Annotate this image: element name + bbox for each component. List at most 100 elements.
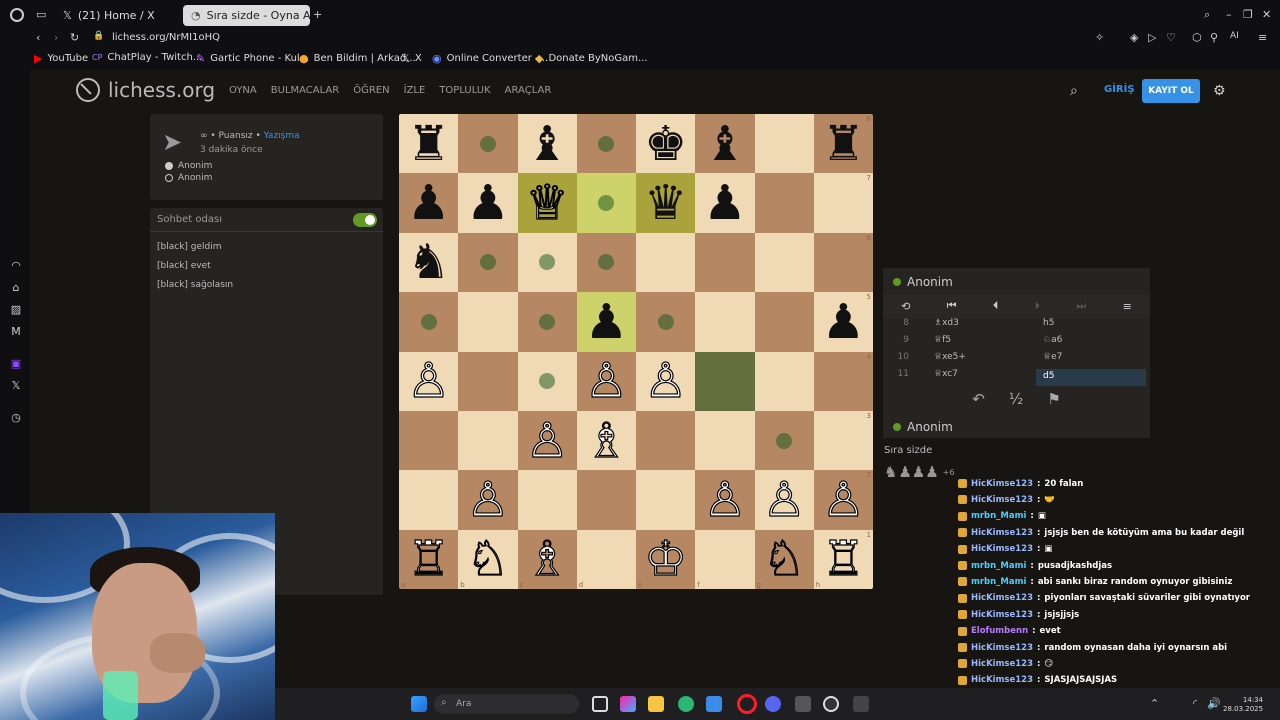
windows-start-icon[interactable]	[411, 696, 427, 712]
app-icon[interactable]	[795, 696, 811, 712]
extensions-icon[interactable]: ⬡	[1192, 31, 1202, 44]
square-a7[interactable]: ♟	[399, 173, 459, 233]
move-hint-dot[interactable]	[479, 135, 496, 152]
square-b1[interactable]: ♘ b	[458, 529, 518, 589]
square-a3[interactable]	[399, 410, 459, 471]
square-d5[interactable]: ♟	[576, 292, 636, 352]
square-b5[interactable]	[458, 292, 518, 352]
menu-icon[interactable]: ≡	[1258, 31, 1267, 44]
piece-c3[interactable]: ♙	[525, 416, 569, 465]
piece-b7[interactable]: ♟	[466, 179, 509, 227]
opera-taskbar-icon[interactable]	[737, 694, 757, 714]
black-move[interactable]: ♘a6	[1043, 335, 1062, 345]
square-g3[interactable]	[754, 410, 814, 471]
square-e7[interactable]: ♛	[636, 173, 696, 233]
square-f5[interactable]	[695, 292, 755, 352]
piece-a6[interactable]: ♞	[407, 238, 450, 286]
ai-icon[interactable]: AI	[1230, 31, 1239, 41]
obs-icon[interactable]	[823, 696, 839, 712]
white-move[interactable]: ♕xe5+	[934, 352, 966, 362]
piece-a8[interactable]: ♜	[407, 120, 450, 168]
square-g4[interactable]	[754, 351, 814, 411]
takeback-icon[interactable]: ↶	[972, 390, 985, 412]
square-h8[interactable]: ♜ 8	[813, 114, 873, 174]
nav-izle[interactable]: İZLE	[404, 85, 426, 96]
square-a6[interactable]: ♞	[399, 232, 459, 293]
square-f2[interactable]: ♙	[695, 470, 755, 530]
back-icon[interactable]: ‹	[36, 31, 40, 44]
square-d7[interactable]	[576, 173, 636, 233]
white-move[interactable]: ♕f5	[934, 335, 951, 345]
black-move[interactable]: ♕e7	[1043, 352, 1062, 362]
nav-topluluk[interactable]: TOPLULUK	[439, 85, 490, 96]
square-f6[interactable]	[695, 232, 755, 293]
square-g8[interactable]	[754, 114, 814, 174]
square-e2[interactable]	[636, 470, 696, 530]
square-e1[interactable]: ♔ e	[636, 529, 696, 589]
square-b7[interactable]: ♟	[458, 173, 518, 233]
minimize-icon[interactable]: –	[1226, 8, 1232, 21]
square-b8[interactable]	[458, 114, 518, 174]
square-g7[interactable]	[754, 173, 814, 233]
square-a5[interactable]	[399, 292, 459, 352]
discord-icon[interactable]	[765, 696, 781, 712]
next-move-icon[interactable]: ⏵	[1035, 299, 1041, 313]
last-move-icon[interactable]: ⏭	[1076, 299, 1086, 313]
x-sidebar-icon[interactable]: 𝕏	[9, 378, 23, 392]
square-c1[interactable]: ♗ c	[517, 529, 577, 589]
black-move[interactable]: h5	[1043, 318, 1054, 328]
square-h5[interactable]: ♟ 5	[813, 292, 873, 352]
move-hint-dot[interactable]	[479, 254, 496, 271]
move-hint-dot[interactable]	[598, 254, 615, 271]
resign-flag-icon[interactable]: ⚑	[1047, 390, 1060, 412]
piece-h5[interactable]: ♟	[822, 298, 865, 346]
app2-icon[interactable]	[853, 696, 869, 712]
square-h2[interactable]: ♙ 2	[813, 470, 873, 530]
close-icon[interactable]: ✕	[1262, 8, 1271, 21]
piece-e4[interactable]: ♙	[644, 357, 688, 406]
maximize-icon[interactable]: ❐	[1243, 8, 1253, 21]
piece-h2[interactable]: ♙	[821, 475, 865, 524]
bookmark-youtube[interactable]: ▶ YouTube	[34, 52, 88, 65]
game-mode-link[interactable]: Yazışma	[264, 131, 300, 141]
square-e6[interactable]	[636, 232, 696, 293]
black-move[interactable]: d5	[1036, 369, 1146, 386]
square-c7[interactable]: ♕	[517, 173, 577, 233]
chat-toggle[interactable]	[353, 213, 377, 227]
move-hint-dot[interactable]	[776, 432, 793, 449]
square-f3[interactable]	[695, 410, 755, 471]
square-g5[interactable]	[754, 292, 814, 352]
square-a8[interactable]: ♜	[399, 114, 459, 174]
move-hint-dot[interactable]	[539, 254, 556, 271]
square-e8[interactable]: ♚	[636, 114, 696, 174]
square-f8[interactable]: ♝	[695, 114, 755, 174]
square-e3[interactable]	[636, 410, 696, 471]
square-h6[interactable]: 6	[813, 232, 873, 293]
piece-g1[interactable]: ♘	[762, 535, 806, 584]
chess-board[interactable]: ♜ ♝ ♚ ♝ ♜ 8 ♟ ♟ ♕ ♛ ♟ 7 ♞ 6 ♟ ♟ 5 ♙ ♙ ♙ 4 ♙ ♗ 3 ♙ ♙ ♙ ♙ 2 ♖ a ♘ b ♗ c d ♔ e f ♘…	[399, 114, 873, 589]
play-icon[interactable]: ▷	[1148, 31, 1156, 44]
prev-move-icon[interactable]: ⏴	[993, 299, 999, 313]
square-b2[interactable]: ♙	[458, 470, 518, 530]
square-f1[interactable]: f	[695, 529, 755, 589]
piece-g2[interactable]: ♙	[762, 475, 806, 524]
square-b6[interactable]	[458, 232, 518, 293]
tray-chevron-icon[interactable]: ⌃	[1150, 697, 1159, 710]
edge-icon[interactable]	[678, 696, 694, 712]
profile-icon[interactable]: ⚲	[1210, 31, 1218, 44]
piece-a4[interactable]: ♙	[407, 357, 451, 406]
taskbar-search[interactable]: ⌕ Ara	[434, 694, 579, 714]
piece-d5[interactable]: ♟	[585, 298, 628, 346]
login-link[interactable]: GİRİŞ	[1104, 84, 1135, 95]
piece-f8[interactable]: ♝	[703, 120, 746, 168]
white-move[interactable]: ♕xc7	[934, 369, 958, 379]
square-e4[interactable]: ♙	[636, 351, 696, 411]
nav-oyna[interactable]: OYNA	[229, 85, 257, 96]
square-h3[interactable]: 3	[813, 410, 873, 471]
move-hint-dot[interactable]	[657, 313, 674, 330]
file-explorer-icon[interactable]	[648, 696, 664, 712]
copilot-icon[interactable]	[620, 696, 636, 712]
task-view-icon[interactable]	[592, 696, 608, 712]
volume-icon[interactable]: 🔊	[1207, 697, 1221, 710]
search-icon[interactable]: ⌕	[1070, 83, 1078, 99]
